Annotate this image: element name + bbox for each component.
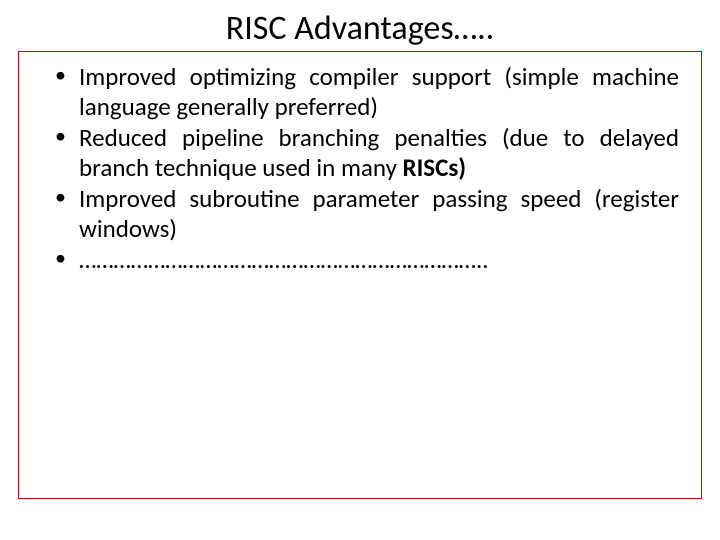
bullet-text: Reduced pipeline branching penalties (du… <box>79 122 679 183</box>
list-item: …………………………………………………………….. <box>51 245 679 275</box>
list-item: Improved subroutine parameter passing sp… <box>51 184 679 243</box>
list-item: Improved optimizing compiler support (si… <box>51 62 679 121</box>
slide: RISC Advantages….. Improved optimizing c… <box>0 0 720 540</box>
bullet-bold: RISCs) <box>403 152 467 183</box>
list-item: Reduced pipeline branching penalties (du… <box>51 123 679 182</box>
bullet-text: Improved subroutine parameter passing sp… <box>79 183 679 244</box>
bullet-text: …………………………………………………………….. <box>79 244 489 275</box>
bullet-text: Improved optimizing compiler support (si… <box>79 61 679 122</box>
slide-title: RISC Advantages….. <box>0 0 720 51</box>
content-box: Improved optimizing compiler support (si… <box>18 51 702 499</box>
bullet-list: Improved optimizing compiler support (si… <box>51 62 679 275</box>
